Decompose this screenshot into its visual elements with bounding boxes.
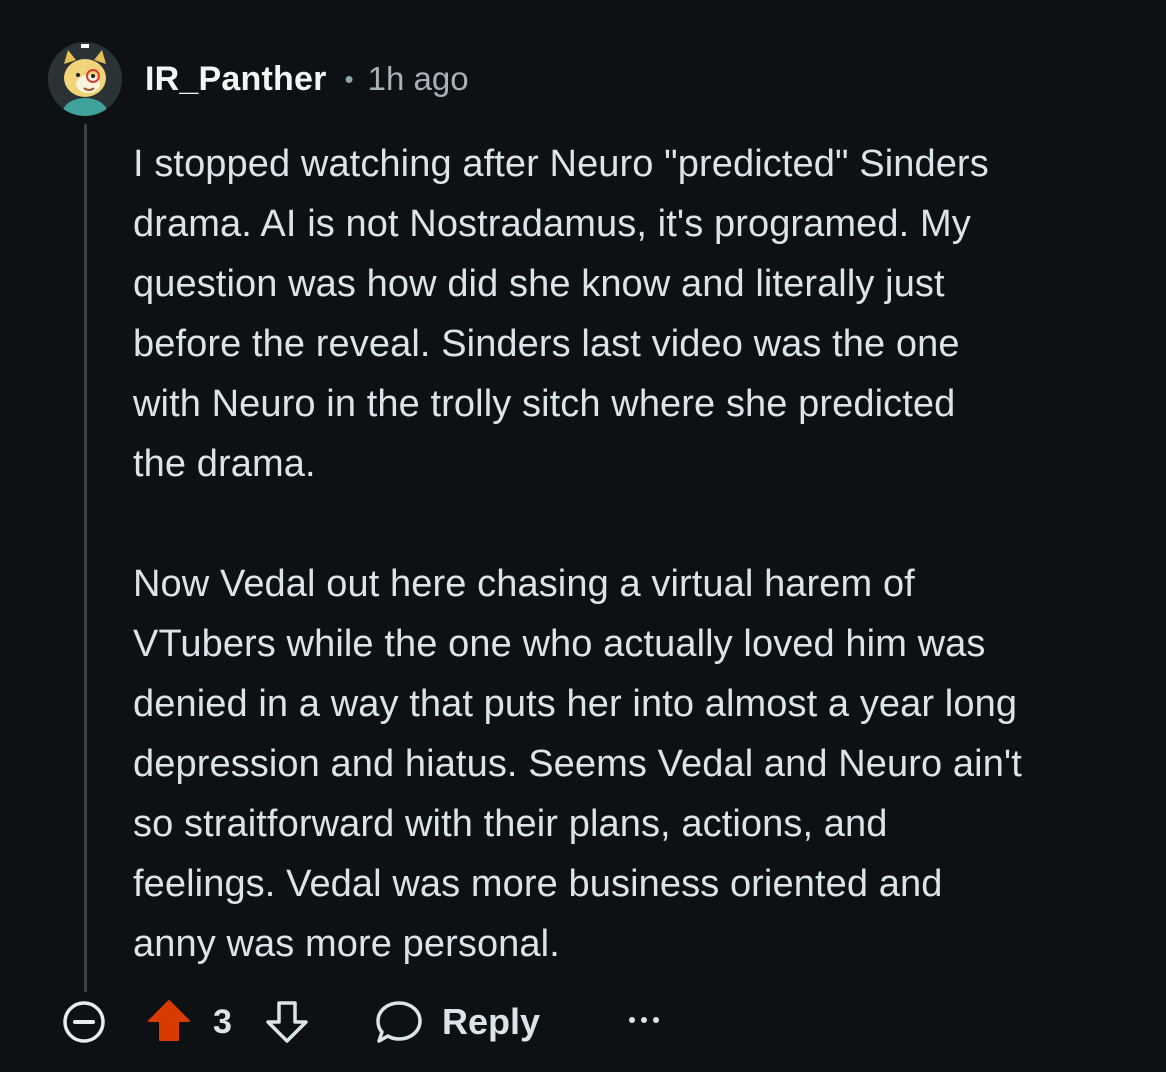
upvote-arrow-icon — [148, 1000, 190, 1041]
comment: IR_Panther • 1h ago I stopped watching a… — [0, 0, 1166, 1072]
body-line: anny was more personal. — [133, 923, 560, 965]
reply-bubble-icon — [376, 1001, 422, 1043]
more-options-icon — [629, 1017, 659, 1023]
body-line: I stopped watching after Neuro "predicte… — [133, 143, 989, 185]
user-avatar-image — [48, 42, 122, 116]
more-options-button[interactable] — [626, 1000, 662, 1040]
body-line: Now Vedal out here chasing a virtual har… — [133, 563, 915, 605]
collapse-button[interactable] — [62, 1000, 106, 1044]
body-line: depression and hiatus. Seems Vedal and N… — [133, 743, 1022, 785]
reply-button[interactable]: Reply — [374, 996, 540, 1048]
upvote-button[interactable] — [146, 998, 192, 1044]
body-line: VTubers while the one who actually loved… — [133, 623, 986, 665]
body-line: question was how did she know and litera… — [133, 263, 945, 305]
body-line: feelings. Vedal was more business orient… — [133, 863, 943, 905]
comment-header: IR_Panther • 1h ago — [145, 56, 469, 102]
body-line: with Neuro in the trolly sitch where she… — [133, 383, 956, 425]
downvote-arrow-icon — [266, 1001, 308, 1043]
comment-actions: 3 Reply — [0, 990, 1166, 1054]
comment-body: I stopped watching after Neuro "predicte… — [133, 134, 1153, 974]
separator-dot: • — [344, 63, 354, 94]
vote-score: 3 — [213, 1003, 232, 1041]
avatar[interactable] — [48, 42, 122, 116]
downvote-button[interactable] — [264, 998, 310, 1044]
collapse-icon — [63, 1001, 105, 1043]
body-line: the drama. — [133, 443, 316, 485]
body-line: denied in a way that puts her into almos… — [133, 683, 1018, 725]
body-line: before the reveal. Sinders last video wa… — [133, 323, 960, 365]
body-line: drama. AI is not Nostradamus, it's progr… — [133, 203, 971, 245]
body-line: so straitforward with their plans, actio… — [133, 803, 888, 845]
timestamp[interactable]: 1h ago — [368, 60, 469, 98]
reply-label: Reply — [442, 1001, 541, 1042]
username[interactable]: IR_Panther — [145, 60, 327, 99]
thread-line[interactable] — [84, 124, 87, 992]
